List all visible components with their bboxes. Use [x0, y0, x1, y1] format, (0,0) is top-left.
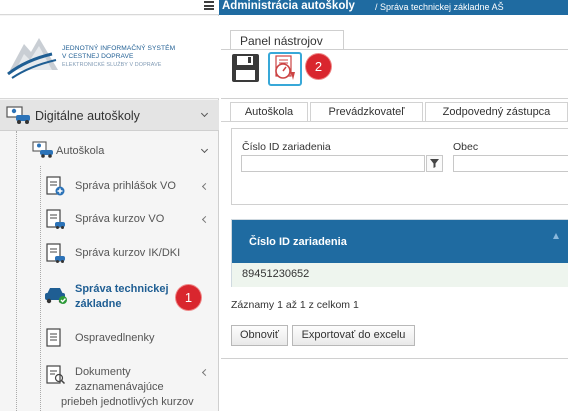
divider — [221, 358, 568, 359]
chevron-down-icon — [200, 145, 209, 154]
technical-base-report-button[interactable] — [268, 52, 302, 86]
table-header[interactable]: Číslo ID zariadenia — [232, 220, 568, 263]
chevron-down-icon — [200, 109, 209, 118]
table-cell: 89451230652 — [242, 268, 310, 280]
document-car-icon — [46, 209, 65, 229]
sidebar-item-label: Správa technickej — [75, 283, 169, 295]
filter-funnel-icon — [430, 159, 439, 168]
obec-input[interactable] — [453, 155, 568, 172]
sidebar-item-label: Správa kurzov IK/DKI — [75, 247, 181, 259]
document-icon — [46, 328, 61, 347]
chevron-left-icon — [201, 182, 210, 191]
sidebar-section-label: Digitálne autoškoly — [35, 109, 140, 123]
toolbar-panel-tab[interactable]: Panel nástrojov — [230, 30, 344, 50]
results-table: Číslo ID zariadenia 89451230652 — [231, 219, 568, 287]
refresh-button[interactable]: Obnoviť — [231, 325, 288, 346]
sidebar: JEDNOTNÝ INFORMAČNÝ SYSTÉM V CESTNEJ DOP… — [0, 0, 219, 411]
document-add-icon — [46, 176, 65, 196]
step-badge-1: 1 — [176, 285, 201, 310]
toolbar-panel-label: Panel nástrojov — [240, 34, 323, 48]
page-header: Administrácia autoškoly / Správa technic… — [219, 0, 568, 15]
logo-text-line2: V CESTNEJ DOPRAVE — [62, 53, 134, 60]
sidebar-item-label: Dokumenty — [75, 366, 131, 378]
records-summary: Záznamy 1 až 1 z celkom 1 — [231, 299, 359, 311]
document-search-icon — [46, 365, 66, 385]
page-title: Administrácia autoškoly — [222, 0, 355, 12]
obec-label: Obec — [453, 141, 479, 153]
divider — [221, 98, 568, 99]
divider — [221, 49, 568, 50]
car-check-icon — [45, 288, 67, 304]
sidebar-item-label: Autoškola — [56, 145, 105, 157]
sidebar-item-label: Ospravedlnenky — [75, 332, 155, 344]
mountain-road-logo-icon — [7, 38, 58, 79]
sidebar-item-label-line3: priebeh jednotlivých kurzov — [61, 396, 194, 408]
sidebar-item-label: Správa prihlášok VO — [75, 180, 176, 192]
sidebar-item-label: Správa kurzov VO — [75, 213, 165, 225]
document-car-icon — [46, 243, 65, 263]
save-button[interactable] — [231, 53, 260, 83]
cislo-id-label: Číslo ID zariadenia — [242, 141, 331, 153]
chevron-left-icon — [201, 368, 210, 377]
sort-ascending-icon[interactable] — [553, 233, 559, 239]
tab-zodpovedny-zastupca[interactable]: Zodpovedný zástupca — [425, 102, 568, 122]
step-badge-2: 2 — [306, 54, 331, 79]
car-person-icon — [32, 141, 53, 158]
document-gauge-icon — [275, 55, 295, 80]
cislo-id-input[interactable] — [241, 155, 425, 172]
sidebar-section-digitalne-autoskoly[interactable]: Digitálne autoškoly — [0, 100, 219, 131]
divider — [221, 121, 568, 122]
table-row[interactable]: 89451230652 — [232, 263, 568, 287]
car-person-icon — [6, 106, 30, 124]
sidebar-item-label-line2: základne — [75, 298, 122, 310]
sidebar-top-bar — [0, 0, 219, 15]
logo-text-line3: ELEKTRONICKÉ SLUŽBY V DOPRAVE — [62, 62, 162, 68]
export-excel-button[interactable]: Exportovať do excelu — [292, 325, 415, 346]
chevron-left-icon — [201, 215, 210, 224]
column-header-cislo-id: Číslo ID zariadenia — [249, 236, 347, 248]
hamburger-menu-icon[interactable] — [204, 1, 214, 10]
breadcrumb: / Správa technickej základne AŠ — [375, 2, 504, 12]
logo-text-line1: JEDNOTNÝ INFORMAČNÝ SYSTÉM — [62, 45, 176, 52]
sidebar-item-autoskola[interactable]: Autoškola — [17, 138, 219, 166]
tab-prevadzkovatel[interactable]: Prevádzkovateľ — [310, 102, 423, 122]
tab-autoskola[interactable]: Autoškola — [230, 102, 308, 122]
sidebar-item-sprava-prihlasok-vo[interactable]: Správa prihlášok VO — [40, 175, 219, 199]
jisd-logo[interactable]: JEDNOTNÝ INFORMAČNÝ SYSTÉM V CESTNEJ DOP… — [0, 16, 219, 99]
sidebar-item-ospravedlnenky[interactable]: Ospravedlnenky — [40, 327, 219, 351]
filter-panel: Číslo ID zariadenia Obec — [231, 128, 568, 205]
sidebar-item-sprava-kurzov-ik-dki[interactable]: Správa kurzov IK/DKI — [40, 242, 219, 266]
filter-button[interactable] — [426, 155, 443, 172]
app-window: JEDNOTNÝ INFORMAČNÝ SYSTÉM V CESTNEJ DOP… — [0, 0, 568, 411]
sidebar-item-sprava-kurzov-vo[interactable]: Správa kurzov VO — [40, 208, 219, 232]
tree-line — [16, 131, 17, 411]
sidebar-item-dokumenty[interactable]: Dokumenty zaznamenávajúce priebeh jednot… — [40, 363, 219, 411]
sidebar-item-label-line2: zaznamenávajúce — [75, 381, 164, 393]
floppy-disk-icon — [232, 54, 259, 82]
